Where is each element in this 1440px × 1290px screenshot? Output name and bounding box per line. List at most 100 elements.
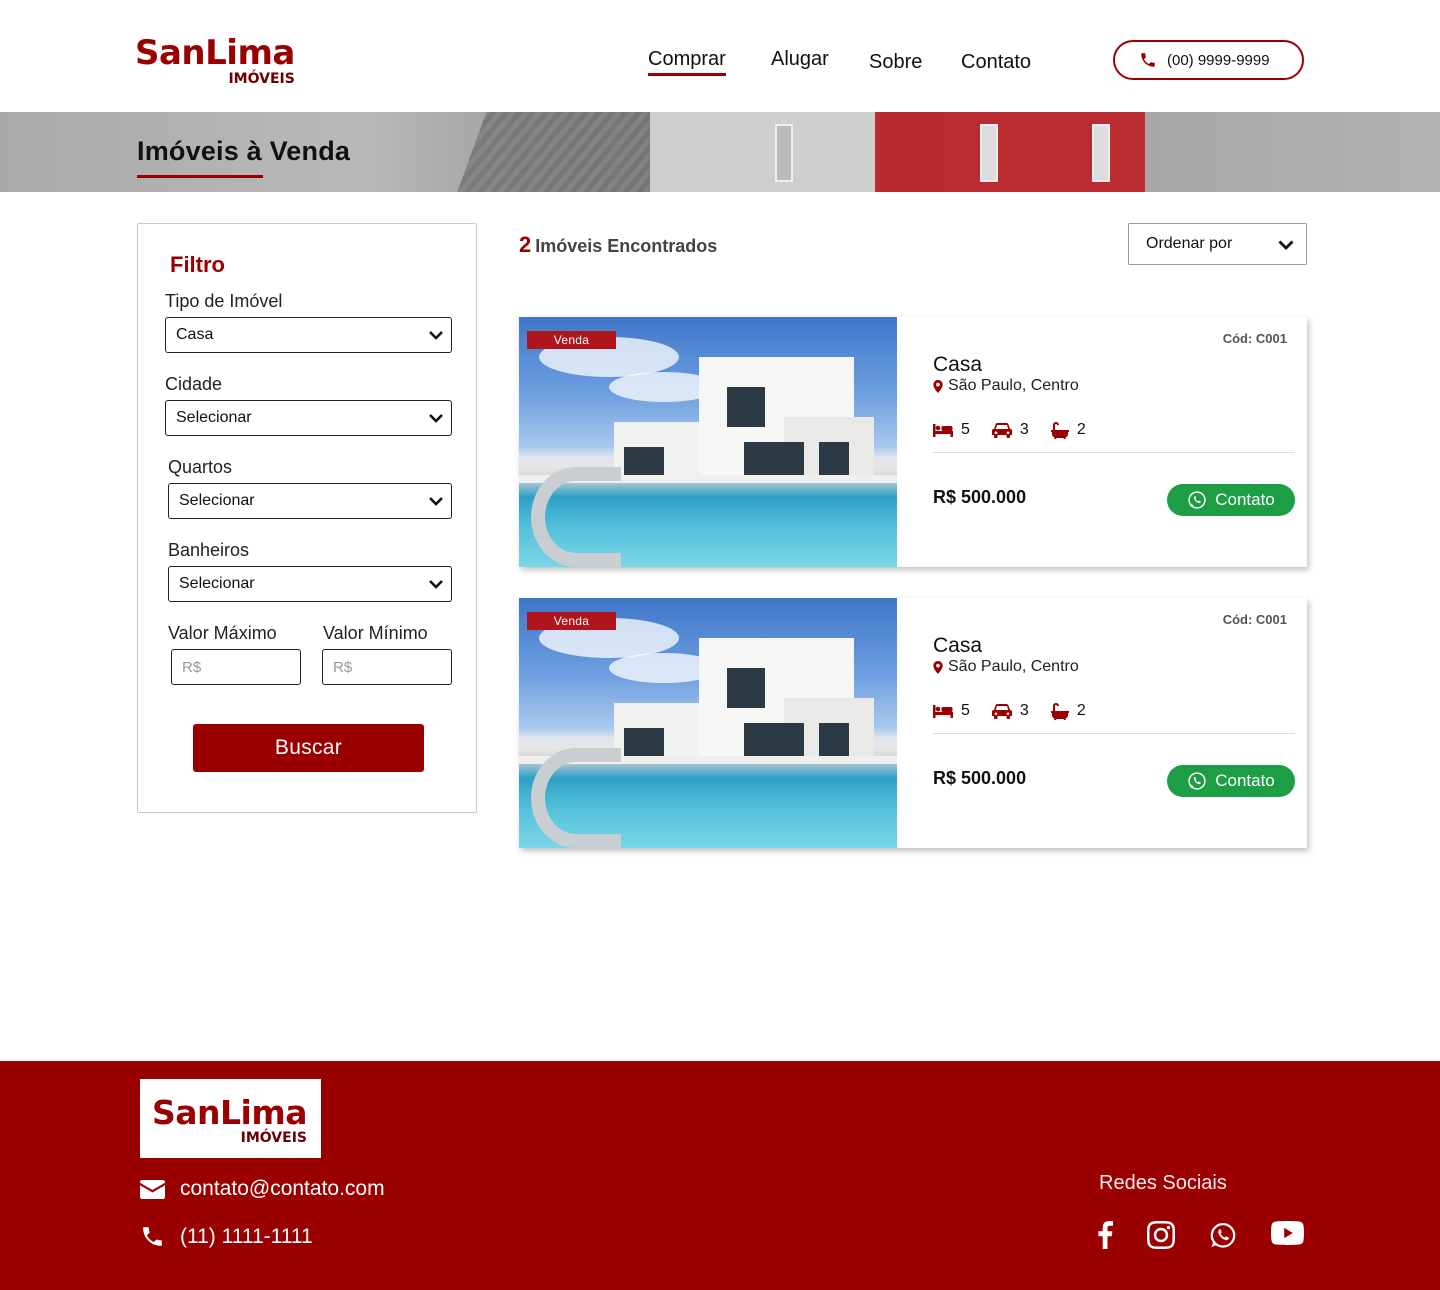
property-location: São Paulo, Centro	[933, 658, 1079, 676]
nav-sobre[interactable]: Sobre	[869, 51, 922, 74]
page-title: Imóveis à Venda	[137, 136, 351, 166]
property-code: Cód: C001	[1222, 331, 1287, 346]
property-location-text: São Paulo, Centro	[948, 658, 1079, 675]
card-divider	[933, 452, 1295, 453]
photo-window	[727, 387, 765, 427]
valor-min-placeholder: R$	[333, 658, 353, 676]
property-price: R$ 500.000	[933, 768, 1027, 788]
cidade-label: Cidade	[165, 374, 223, 394]
banheiros-select[interactable]: Selecionar	[168, 566, 452, 602]
header-phone-text: (00) 9999-9999	[1167, 51, 1270, 69]
footer-email-text: contato@contato.com	[180, 1177, 385, 1200]
chevron-down-icon	[429, 331, 443, 340]
quartos-label: Quartos	[168, 457, 233, 477]
nav-contato[interactable]: Contato	[961, 51, 1031, 74]
whatsapp-contact-label: Contato	[1215, 771, 1275, 790]
youtube-icon[interactable]	[1271, 1221, 1304, 1254]
valor-min-label: Valor Mínimo	[323, 623, 428, 643]
cidade-select[interactable]: Selecionar	[165, 400, 452, 436]
whatsapp-icon[interactable]	[1209, 1221, 1237, 1254]
valor-min-input[interactable]: R$	[322, 649, 452, 685]
nav-comprar[interactable]: Comprar	[648, 48, 726, 76]
logo[interactable]: SanLima IMÓVEIS	[135, 33, 295, 86]
site-header: SanLima IMÓVEIS Comprar Alugar Sobre Con…	[0, 0, 1440, 112]
search-button[interactable]: Buscar	[193, 724, 424, 772]
card-divider	[933, 733, 1295, 734]
property-code: Cód: C001	[1222, 612, 1287, 627]
chevron-down-icon	[429, 497, 443, 506]
baths-count: 2	[1076, 421, 1086, 438]
property-features: 5 3 2	[933, 421, 1108, 439]
sale-badge: Venda	[527, 331, 616, 349]
chevron-down-icon	[429, 580, 443, 589]
results-count: 2 Imóveis Encontrados	[519, 232, 717, 258]
tipo-select[interactable]: Casa	[165, 317, 452, 353]
header-phone-button[interactable]: (00) 9999-9999	[1113, 40, 1304, 80]
map-pin-icon	[933, 660, 943, 674]
cars-count: 3	[1019, 702, 1029, 719]
footer-phone[interactable]: (11) 1111-1111	[140, 1224, 313, 1249]
map-pin-icon	[933, 379, 943, 393]
logo-brand: SanLima	[135, 33, 295, 73]
footer-email[interactable]: contato@contato.com	[140, 1177, 385, 1201]
filter-title: Filtro	[170, 252, 225, 277]
property-features: 5 3 2	[933, 702, 1108, 720]
car-icon	[991, 703, 1012, 719]
photo-slide	[531, 748, 621, 848]
facebook-icon[interactable]	[1097, 1221, 1113, 1254]
sale-badge: Venda	[527, 612, 616, 630]
property-card[interactable]: Venda Cód: C001 Casa São Paulo, Centro 5…	[519, 598, 1307, 848]
feature-cars: 3	[991, 702, 1029, 720]
chevron-down-icon	[1278, 240, 1294, 250]
order-by-select[interactable]: Ordenar por	[1128, 223, 1307, 265]
banner-wall-graphic	[650, 112, 875, 192]
banheiros-select-value: Selecionar	[179, 575, 255, 592]
title-underline	[137, 175, 263, 178]
property-photo[interactable]: Venda	[519, 317, 897, 567]
footer-logo-brand: SanLima	[152, 1093, 308, 1132]
photo-window	[727, 668, 765, 708]
photo-slide	[531, 467, 621, 567]
bed-icon	[933, 704, 953, 718]
whatsapp-contact-button[interactable]: Contato	[1167, 765, 1295, 797]
valor-max-input[interactable]: R$	[171, 649, 301, 685]
property-location-text: São Paulo, Centro	[948, 377, 1079, 394]
footer-logo[interactable]: SanLima IMÓVEIS	[140, 1079, 321, 1158]
instagram-icon[interactable]	[1147, 1221, 1175, 1254]
quartos-select[interactable]: Selecionar	[168, 483, 452, 519]
baths-count: 2	[1076, 702, 1086, 719]
whatsapp-contact-button[interactable]: Contato	[1167, 484, 1295, 516]
whatsapp-contact-label: Contato	[1215, 490, 1275, 509]
bathtub-icon	[1050, 421, 1069, 439]
property-card[interactable]: Venda Cód: C001 Casa São Paulo, Centro 5…	[519, 317, 1307, 567]
cars-count: 3	[1019, 421, 1029, 438]
valor-max-placeholder: R$	[182, 658, 202, 676]
beds-count: 5	[961, 702, 970, 719]
tipo-select-value: Casa	[176, 326, 214, 343]
property-photo[interactable]: Venda	[519, 598, 897, 848]
car-icon	[991, 422, 1012, 438]
feature-baths: 2	[1050, 702, 1086, 720]
social-title: Redes Sociais	[1099, 1172, 1227, 1194]
phone-icon	[1141, 53, 1155, 67]
chevron-down-icon	[429, 414, 443, 423]
footer-logo-subtitle: IMÓVEIS	[240, 1130, 307, 1146]
feature-beds: 5	[933, 421, 970, 439]
phone-icon	[143, 1227, 162, 1246]
results-count-label: Imóveis Encontrados	[535, 236, 718, 256]
cidade-select-value: Selecionar	[176, 409, 252, 426]
feature-cars: 3	[991, 421, 1029, 439]
banheiros-label: Banheiros	[168, 540, 250, 560]
property-location: São Paulo, Centro	[933, 377, 1079, 395]
nav-alugar[interactable]: Alugar	[771, 48, 829, 71]
filter-panel: Filtro Tipo de Imóvel Casa Cidade Seleci…	[137, 223, 477, 813]
results-count-number: 2	[519, 232, 532, 257]
bed-icon	[933, 423, 953, 437]
logo-subtitle: IMÓVEIS	[228, 71, 295, 87]
banner-window	[1092, 124, 1110, 182]
banner-window	[775, 124, 793, 182]
envelope-icon	[140, 1179, 165, 1199]
property-type: Casa	[933, 634, 983, 657]
order-by-label: Ordenar por	[1146, 235, 1233, 252]
feature-baths: 2	[1050, 421, 1086, 439]
